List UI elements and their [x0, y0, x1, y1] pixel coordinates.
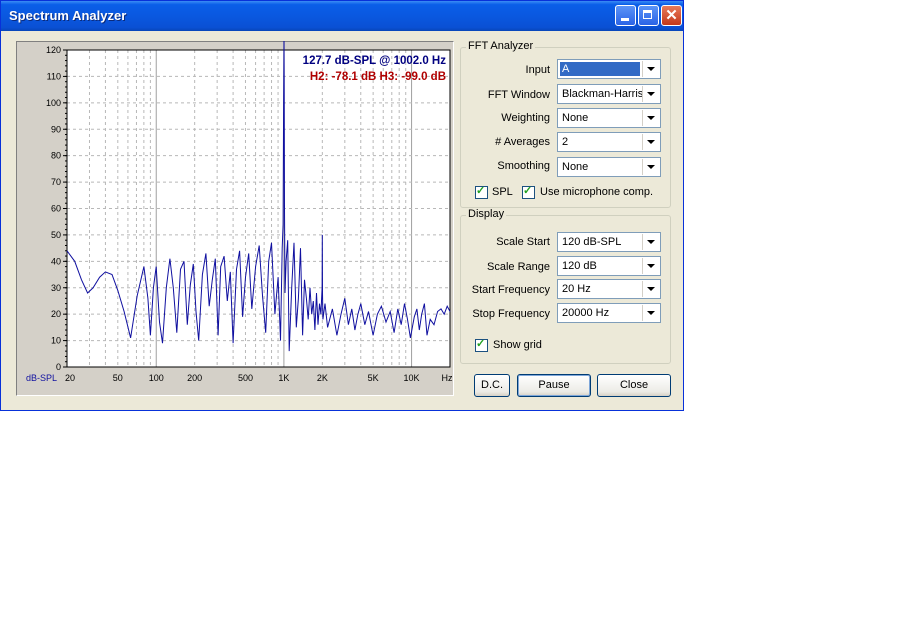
x-tick-label: 10K [404, 373, 420, 383]
y-tick-label: 10 [51, 336, 61, 346]
chevron-down-icon[interactable] [642, 61, 659, 77]
scale-range-label: Scale Range [487, 261, 550, 273]
start-frequency-label: Start Frequency [471, 284, 550, 296]
input-select[interactable]: A [557, 59, 661, 79]
scale-start-label: Scale Start [496, 236, 550, 248]
peak-readout: 127.7 dB-SPL @ 1002.0 Hz [303, 55, 447, 67]
chevron-down-icon[interactable] [642, 86, 659, 102]
stop-frequency-select-value: 20000 Hz [562, 307, 610, 319]
maximize-button[interactable] [638, 5, 659, 26]
averages-select[interactable]: 2 [557, 132, 661, 152]
y-axis-label: dB-SPL [26, 373, 57, 383]
chevron-down-icon[interactable] [642, 159, 659, 175]
y-tick-label: 40 [51, 256, 61, 266]
maximize-icon [643, 10, 652, 19]
smoothing-select-value: None [562, 161, 589, 173]
x-tick-label: 1K [278, 373, 289, 383]
y-tick-label: 80 [51, 151, 61, 161]
y-tick-label: 120 [46, 45, 61, 55]
y-tick-label: 30 [51, 283, 61, 293]
input-label: Input [525, 64, 550, 76]
mic-comp-label: Use microphone comp. [540, 186, 654, 198]
input-select-value: A [560, 62, 640, 76]
weighting-label: Weighting [501, 112, 550, 124]
stop-frequency-select[interactable]: 20000 Hz [557, 303, 661, 323]
x-tick-label: 200 [187, 373, 202, 383]
mic-comp-checkbox[interactable] [522, 184, 535, 199]
smoothing-label: Smoothing [497, 160, 550, 172]
weighting-select-value: None [562, 112, 589, 124]
chevron-down-icon[interactable] [642, 134, 659, 150]
y-tick-label: 0 [56, 362, 61, 372]
smoothing-select[interactable]: None [557, 157, 661, 177]
averages-label: # Averages [495, 136, 550, 148]
spl-label: SPL [492, 186, 513, 198]
x-unit-label: Hz [442, 373, 453, 383]
scale-range-select[interactable]: 120 dB [557, 256, 661, 276]
chevron-down-icon[interactable] [642, 258, 659, 274]
pause-button[interactable]: Pause [517, 374, 591, 397]
x-tick-label: 20 [65, 373, 75, 383]
y-tick-label: 20 [51, 309, 61, 319]
minimize-icon [621, 18, 629, 21]
y-tick-label: 50 [51, 230, 61, 240]
dc-button[interactable]: D.C. [474, 374, 510, 397]
chevron-down-icon[interactable] [642, 234, 659, 250]
stop-frequency-label: Stop Frequency [472, 308, 550, 320]
close-icon: ✕ [665, 7, 678, 24]
x-tick-label: 2K [317, 373, 328, 383]
y-tick-label: 60 [51, 204, 61, 214]
harmonics-readout: H2: -78.1 dB H3: -99.0 dB [310, 71, 446, 83]
close-window-button[interactable]: ✕ [661, 5, 682, 26]
fft-window-select-value: Blackman-Harris [562, 88, 644, 100]
spectrum-plot: 0 10 20 30 40 50 60 70 80 90 100 110 120 20 50 100 200 50… [26, 41, 453, 383]
start-frequency-select-value: 20 Hz [562, 283, 591, 295]
close-button[interactable]: Close [597, 374, 671, 397]
chevron-down-icon[interactable] [642, 110, 659, 126]
x-tick-label: 50 [113, 373, 123, 383]
weighting-select[interactable]: None [557, 108, 661, 128]
spl-checkbox[interactable] [475, 184, 488, 199]
display-group-title: Display [466, 208, 507, 220]
window-title: Spectrum Analyzer [9, 8, 127, 23]
x-tick-label: 500 [238, 373, 253, 383]
minimize-button[interactable] [615, 5, 636, 26]
scale-start-select[interactable]: 120 dB-SPL [557, 232, 661, 252]
y-tick-label: 70 [51, 177, 61, 187]
averages-select-value: 2 [562, 136, 569, 148]
fft-window-label: FFT Window [487, 89, 550, 101]
title-bar[interactable]: Spectrum Analyzer ✕ [1, 1, 683, 31]
show-grid-checkbox[interactable] [475, 337, 488, 352]
fft-analyzer-group-title: FFT Analyzer [466, 40, 536, 52]
chevron-down-icon[interactable] [642, 281, 659, 297]
x-tick-label: 5K [368, 373, 379, 383]
fft-window-select[interactable]: Blackman-Harris [557, 84, 661, 104]
show-grid-label: Show grid [493, 339, 542, 351]
y-tick-label: 110 [47, 71, 61, 81]
start-frequency-select[interactable]: 20 Hz [557, 279, 661, 299]
x-tick-label: 100 [149, 373, 164, 383]
chevron-down-icon[interactable] [642, 305, 659, 321]
y-tick-label: 90 [51, 124, 61, 134]
y-tick-label: 100 [46, 98, 61, 108]
scale-start-select-value: 120 dB-SPL [562, 236, 622, 248]
scale-range-select-value: 120 dB [562, 260, 597, 272]
